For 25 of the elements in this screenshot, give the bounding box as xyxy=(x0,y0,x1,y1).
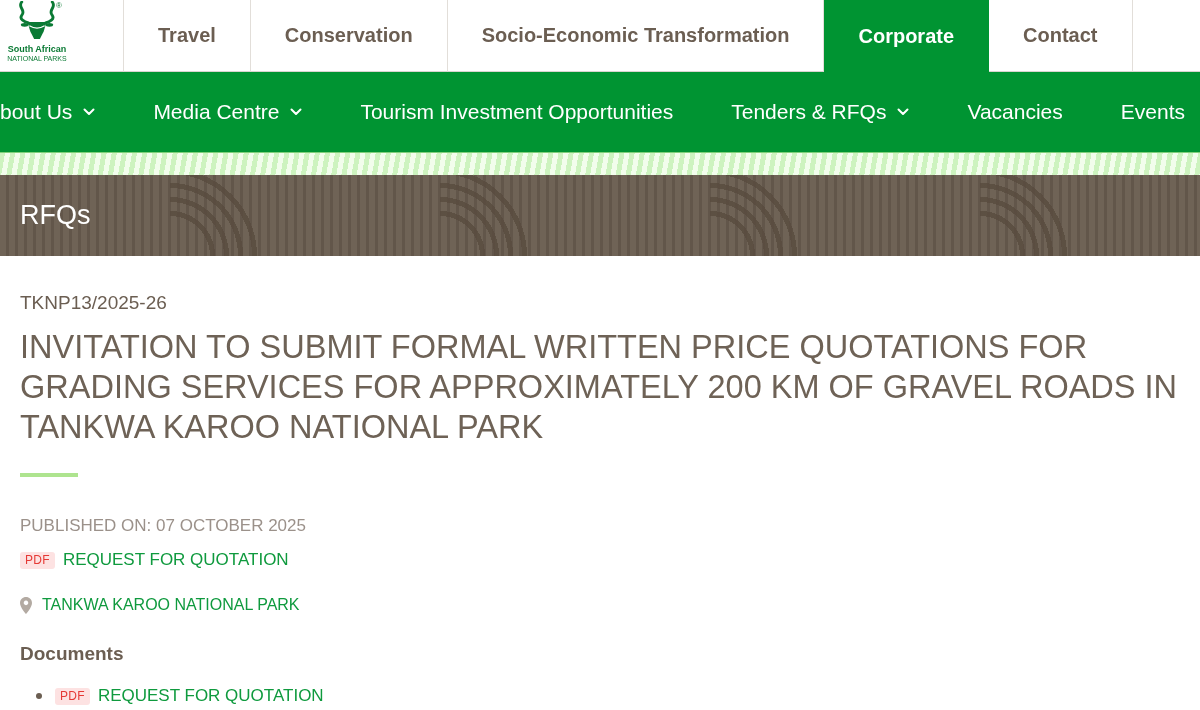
file-type-badge: PDF xyxy=(55,687,90,705)
nav-tab[interactable]: Corporate xyxy=(824,0,990,72)
nav-menu-item[interactable]: Tourism Investment Opportunities xyxy=(360,100,674,124)
park-link[interactable]: TANKWA KAROO NATIONAL PARK xyxy=(42,594,300,616)
document-link[interactable]: REQUEST FOR QUOTATION xyxy=(97,685,324,707)
file-type-badge: PDF xyxy=(20,551,55,569)
reference-number: TKNP13/2025-26 xyxy=(20,291,167,315)
nav-menu-item[interactable]: Events xyxy=(1120,100,1185,124)
nav-tab[interactable]: Travel xyxy=(124,0,251,72)
nav-tab[interactable]: Contact xyxy=(989,0,1133,72)
bullet-icon xyxy=(36,693,42,699)
registered-mark: ® xyxy=(56,1,62,10)
nav-menu-item[interactable]: Vacancies xyxy=(967,100,1063,124)
location-pin-icon xyxy=(20,596,32,614)
nav-tab[interactable]: Conservation xyxy=(250,0,448,72)
nav-menu-item[interactable]: bout Us xyxy=(0,100,96,124)
nav-menu-item[interactable]: Tenders & RFQs xyxy=(731,100,910,124)
logo-text: South African xyxy=(7,44,67,54)
documents-heading: Documents xyxy=(20,642,124,666)
published-date: PUBLISHED ON: 07 OCTOBER 2025 xyxy=(20,515,306,537)
notice-title: INVITATION TO SUBMIT FORMAL WRITTEN PRICE QUOTATIONS FOR GRADING SERVICES FOR APPROXIMATELY 200 KM OF GRAVEL ROADS IN TANKWA KAROO NATIONAL PARK xyxy=(20,328,1179,447)
nav-tab[interactable]: Socio-Economic Transformation xyxy=(447,0,825,72)
document-link[interactable]: REQUEST FOR QUOTATION xyxy=(62,549,289,571)
page-heading: RFQs xyxy=(20,200,91,231)
nav-menu-item[interactable]: Media Centre xyxy=(153,100,303,124)
